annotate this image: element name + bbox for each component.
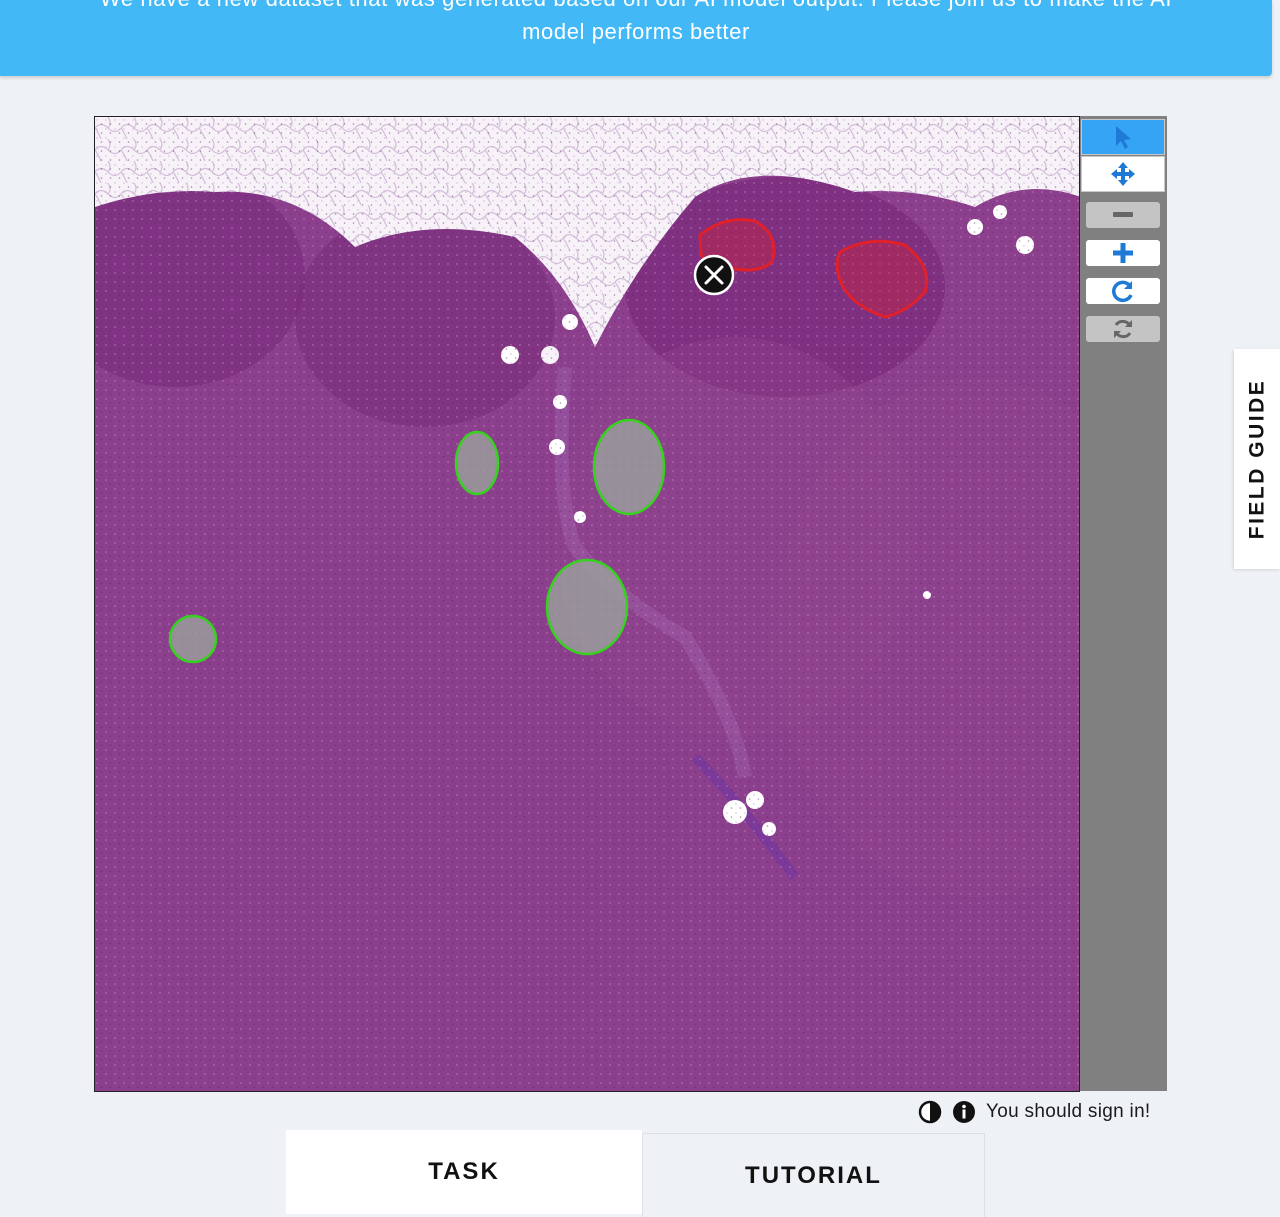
info-icon[interactable] xyxy=(952,1100,976,1124)
rotate-icon xyxy=(1112,280,1133,303)
zoom-in-button[interactable] xyxy=(1086,240,1160,266)
annotation-green-1[interactable] xyxy=(454,430,500,496)
pan-tool-button[interactable] xyxy=(1081,156,1165,192)
refresh-icon xyxy=(1114,319,1132,339)
banner-text-line-1: We have a new dataset that was generated… xyxy=(0,0,1272,12)
annotation-green-2[interactable] xyxy=(592,418,666,516)
cursor-arrow-icon xyxy=(1116,126,1131,149)
select-tool-button[interactable] xyxy=(1081,119,1165,155)
zoom-out-button[interactable] xyxy=(1086,202,1160,228)
viewer-toolbar xyxy=(1080,116,1167,1091)
annotation-green-4[interactable] xyxy=(168,614,218,664)
banner-text-line-2: model performs better xyxy=(522,19,750,44)
field-guide-label: FIELD GUIDE xyxy=(1245,378,1269,540)
contrast-icon[interactable] xyxy=(918,1100,942,1124)
minus-icon xyxy=(1113,212,1133,217)
status-bar: You should sign in! xyxy=(918,1097,1151,1127)
announcement-banner: We have a new dataset that was generated… xyxy=(0,0,1272,76)
tissue-image[interactable] xyxy=(95,117,1080,1092)
sign-in-message: You should sign in! xyxy=(986,1101,1151,1122)
tab-tutorial[interactable]: TUTORIAL xyxy=(642,1133,985,1217)
reset-button[interactable] xyxy=(1086,316,1160,342)
field-guide-button[interactable]: FIELD GUIDE xyxy=(1234,349,1280,569)
plus-icon xyxy=(1113,243,1133,263)
image-viewer[interactable] xyxy=(94,116,1080,1092)
delete-annotation-button[interactable] xyxy=(693,254,735,296)
move-arrows-icon xyxy=(1111,162,1135,186)
rotate-button[interactable] xyxy=(1086,278,1160,304)
annotation-green-3[interactable] xyxy=(545,558,629,656)
tab-task[interactable]: TASK xyxy=(286,1130,642,1214)
tab-bar: TASK TUTORIAL xyxy=(286,1130,986,1217)
